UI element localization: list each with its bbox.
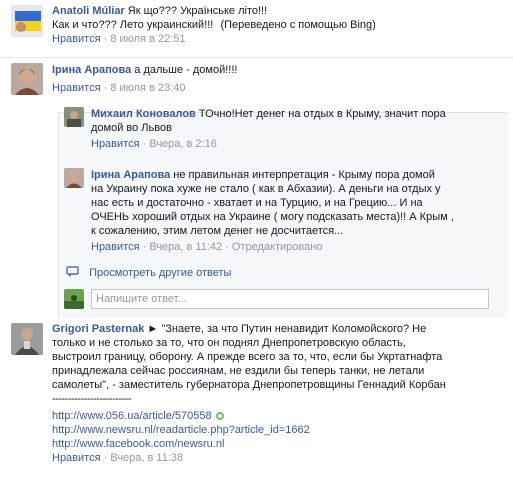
flag-avatar-icon — [11, 5, 43, 37]
comment-text-cont: самолеты", - заместитель губернатора Дне… — [52, 379, 446, 391]
translated-text: Как и что??? Лето украинский!!! — [52, 19, 214, 31]
comment-text: Як що??? Українське літо!!! — [127, 5, 268, 17]
separator: · — [142, 241, 147, 253]
separator: · — [225, 241, 229, 253]
link-056[interactable]: http://www.056.ua/article/570558 — [52, 410, 212, 422]
comment-text-cont: домой во Львов — [91, 122, 172, 134]
comment-author[interactable]: Ірина Арапова — [52, 64, 131, 76]
landscape-photo-icon — [64, 289, 84, 309]
view-more-replies-link[interactable]: Просмотреть другие ответы — [89, 267, 231, 279]
like-link[interactable]: Нравится — [91, 138, 140, 150]
timestamp[interactable]: Вчера, в 2:16 — [149, 138, 216, 150]
comment-text-cont: нас есть и достаточно - хватает и на Тур… — [91, 197, 423, 209]
comment-text-cont: ОЧЕНЬ хороший отдых на Украине ( могу по… — [91, 211, 454, 223]
timestamp[interactable]: Вчера, в 11:38 — [110, 452, 183, 464]
like-link[interactable]: Нравится — [52, 452, 101, 464]
comment-text-cont: только и не столько за то, что он поднял… — [52, 337, 406, 349]
arrow-icon: ► — [147, 323, 159, 335]
comment-text-cont: выстроил границу, оборону. А прежде всег… — [52, 351, 443, 363]
dash-line: ------------------------- — [52, 393, 132, 405]
reply-bubble-icon — [66, 266, 79, 277]
separator: · — [103, 452, 108, 464]
comment-author[interactable]: Anatoli Múliar — [52, 5, 125, 17]
link-newsru-article[interactable]: http://www.newsru.nl/readarticle.php?art… — [52, 424, 310, 436]
comment-text: ТОчно!Нет денег на отдых в Крыму, значит… — [198, 108, 446, 120]
link-facebook-newsru[interactable]: http://www.facebook.com/newsru.nl — [52, 438, 224, 450]
avatar[interactable] — [64, 107, 84, 127]
like-link[interactable]: Нравится — [52, 82, 101, 94]
translation-note: (Переведено с помощью Bing) — [220, 19, 376, 31]
comment-text-cont: на Украину пока хуже не стало ( как в Аб… — [91, 183, 441, 195]
like-link[interactable]: Нравится — [52, 33, 101, 45]
comment-author[interactable]: Ірина Арапова — [91, 169, 170, 181]
timestamp[interactable]: 8 июля в 22:51 — [110, 33, 185, 45]
avatar[interactable] — [11, 5, 43, 37]
comment-text: а дальше - домой!!!! — [134, 64, 238, 76]
timestamp[interactable]: 8 июля в 23:40 — [110, 82, 185, 94]
separator: · — [142, 138, 147, 150]
avatar[interactable] — [64, 168, 84, 188]
comment-text: "Знаете, за что Путин ненавидит Коломойс… — [161, 323, 427, 335]
profile-photo-icon — [64, 168, 84, 188]
reply-input[interactable] — [91, 289, 489, 309]
comment-author[interactable]: Grigori Pasternak — [52, 323, 144, 335]
profile-photo-icon — [11, 323, 43, 355]
current-user-avatar — [64, 289, 84, 309]
avatar[interactable] — [11, 63, 43, 95]
view-more-replies[interactable]: Просмотреть другие ответы — [66, 266, 231, 280]
avatar[interactable] — [11, 323, 43, 355]
comment-text-cont: принадлежала сейчас россиянам, не ездили… — [52, 365, 425, 377]
like-link[interactable]: Нравится — [91, 241, 140, 253]
separator: · — [103, 82, 108, 94]
comment-text: не правильная интерпретация - Крыму пора… — [173, 169, 435, 181]
online-dot-icon — [215, 412, 224, 420]
separator: · — [103, 33, 108, 45]
timestamp[interactable]: Вчера, в 11:42 — [149, 241, 222, 253]
divider — [0, 57, 513, 58]
profile-photo-icon — [11, 63, 43, 95]
comment-text-cont: к сожалению, этим летом денег не досчита… — [91, 225, 344, 237]
edited-link[interactable]: Отредактировано — [232, 241, 323, 253]
comment-author[interactable]: Михаил Коновалов — [91, 108, 196, 120]
profile-photo-icon — [64, 107, 84, 127]
